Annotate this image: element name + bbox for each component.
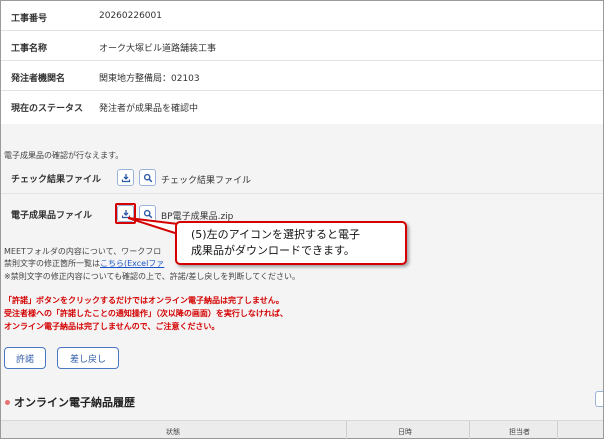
project-name-value: オーク大塚ビル道路舗装工事 — [99, 44, 217, 54]
meet-note-prefix: 禁則文字の修正箇所一覧は — [4, 259, 100, 268]
forbidden-chars-link[interactable]: こちら(Excelファ — [100, 259, 164, 268]
approve-button[interactable]: 許諾 — [4, 347, 46, 369]
meet-note-line3: ※禁則文字の修正内容についても確認の上で、許諾/差し戻しを判断してください。 — [4, 272, 300, 281]
info-row-project-name: 工事名称 オーク大塚ビル道路舗装工事 — [1, 31, 603, 61]
bullet-icon — [5, 399, 10, 405]
magnifier-icon — [143, 173, 152, 182]
column-divider — [346, 421, 347, 439]
review-notice: 電子成果品の確認が行なえます。 — [4, 151, 124, 160]
history-title: オンライン電子納品履歴 — [14, 396, 135, 409]
warning-line3: オンライン電子納品は完了しませんので、ご注意ください。 — [4, 322, 220, 331]
history-heading: オンライン電子納品履歴 — [5, 394, 135, 410]
check-result-preview-button[interactable] — [139, 169, 156, 186]
callout-pointer — [128, 217, 179, 234]
info-row-orderer: 発注者機関名 関東地方整備局：02103 — [1, 61, 603, 91]
orderer-value: 関東地方整備局：02103 — [99, 74, 200, 84]
status-value: 発注者が成果品を確認中 — [99, 104, 199, 114]
check-result-download-button[interactable] — [117, 169, 134, 186]
info-row-project-number: 工事番号 20260226001 — [1, 1, 603, 31]
approval-warning: 「許諾」ボタンをクリックするだけではオンライン電子納品は完了しません。 受注者様… — [4, 294, 288, 333]
deliverable-label: 電子成果品ファイル — [11, 211, 93, 221]
project-info: 工事番号 20260226001 工事名称 オーク大塚ビル道路舗装工事 発注者機… — [1, 1, 603, 121]
column-status: 状態 — [166, 428, 180, 436]
history-table-header: 状態 日時 担当者 — [1, 420, 603, 439]
warning-line1: 「許諾」ボタンをクリックするだけではオンライン電子納品は完了しません。 — [4, 296, 284, 305]
column-divider — [557, 421, 558, 439]
callout-line1: (5)左のアイコンを選択すると電子 — [191, 228, 361, 241]
instruction-callout: (5)左のアイコンを選択すると電子 成果品がダウンロードできます。 — [175, 221, 407, 265]
warning-line2: 受注者様への「許諾したことの通知操作」（次以降の画面）を実行しなければ、 — [4, 309, 288, 318]
meet-note-line1: MEETフォルダの内容について、ワークフロ — [4, 247, 162, 256]
check-result-row: チェック結果ファイル — [1, 164, 603, 194]
callout-line2: 成果品がダウンロードできます。 — [191, 244, 355, 257]
column-datetime: 日時 — [398, 428, 412, 436]
check-result-filename: チェック結果ファイル — [161, 176, 252, 186]
check-result-label: チェック結果ファイル — [11, 175, 102, 185]
status-label: 現在のステータス — [11, 104, 84, 114]
project-number-label: 工事番号 — [11, 14, 48, 24]
column-divider — [469, 421, 470, 439]
history-side-button[interactable] — [595, 391, 603, 407]
project-number-value: 20260226001 — [99, 11, 162, 21]
meet-note-line2: 禁則文字の修正箇所一覧はこちら(Excelファ — [4, 258, 164, 269]
send-back-button[interactable]: 差し戻し — [57, 347, 119, 369]
download-icon — [121, 173, 130, 182]
info-row-status: 現在のステータス 発注者が成果品を確認中 — [1, 91, 603, 121]
project-name-label: 工事名称 — [11, 44, 48, 54]
column-person: 担当者 — [509, 428, 530, 436]
orderer-label: 発注者機関名 — [11, 74, 66, 84]
